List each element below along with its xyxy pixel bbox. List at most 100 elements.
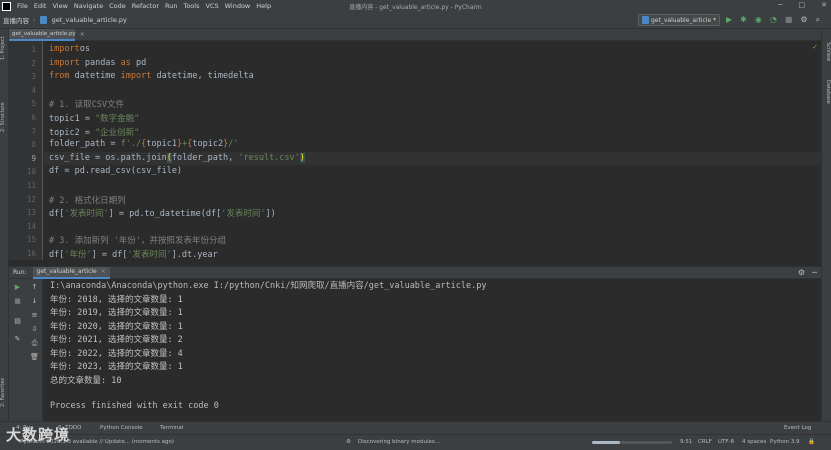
code-token: folder_path, [171, 152, 239, 163]
rerun-icon[interactable]: ▶ [9, 283, 26, 291]
code-line[interactable]: import pandas as pd [49, 58, 146, 68]
coverage-icon[interactable]: ◉ [755, 15, 762, 25]
breadcrumb-separator-icon: › [33, 16, 36, 24]
line-number: 10 [26, 167, 36, 177]
code-token: from [49, 71, 70, 82]
window-title: 直播内容 - get_valuable_article.py - PyCharm [349, 3, 482, 11]
database-tool-tab[interactable]: Database [821, 77, 831, 107]
console-line-command: I:\anaconda\Anaconda\python.exe I:/pytho… [50, 281, 487, 291]
editor-tab-label: get_valuable_article.py [12, 31, 76, 37]
python-console-tool-tab[interactable]: Python Console [100, 425, 143, 431]
task-progress-bar [592, 441, 672, 444]
line-number: 13 [26, 208, 36, 218]
code-line[interactable]: topic1 = "数字金融" [49, 112, 139, 124]
code-token: import [49, 57, 80, 68]
maximize-icon[interactable]: □ [799, 1, 806, 9]
run-configuration-label: get_valuable_article [651, 16, 712, 24]
line-number: 15 [26, 235, 36, 245]
breadcrumb-file[interactable]: get_valuable_article.py [52, 16, 127, 24]
inspection-ok-icon[interactable]: ✓ [812, 43, 818, 51]
lock-icon[interactable]: 🔒 [808, 439, 815, 445]
search-icon[interactable]: ⌕ [816, 15, 820, 25]
code-line[interactable]: from datetime import datetime, timedelta [49, 71, 254, 81]
code-line[interactable]: importos [49, 44, 90, 54]
line-number: 1 [31, 45, 36, 54]
watermark-text: 大数跨境 [6, 426, 71, 444]
run-icon[interactable]: ▶ [726, 15, 732, 25]
background-task-label[interactable]: Discovering binary modules... [358, 439, 440, 445]
code-token: df = pd.read_csv(csv_file) [49, 166, 183, 177]
code-line[interactable]: df['年份'] = df['发表时间'].dt.year [49, 248, 218, 260]
scroll-to-end-icon[interactable]: ⇩ [26, 325, 43, 333]
file-encoding[interactable]: UTF-8 [718, 439, 734, 445]
python-file-icon [39, 16, 47, 24]
code-token: ) [299, 152, 305, 163]
code-token: folder_path = [49, 139, 121, 150]
pin-icon[interactable]: ✎ [9, 335, 26, 343]
run-tab-label: get_valuable_article [36, 268, 97, 275]
chevron-down-icon: ▾ [712, 16, 716, 23]
hide-panel-icon[interactable]: ─ [812, 268, 817, 277]
line-number: 16 [26, 249, 36, 258]
soft-wrap-icon[interactable]: ≡ [26, 311, 43, 319]
code-token: # 1. 读取CSV文件 [49, 100, 124, 111]
console-line: 年份: 2020, 选择的文章数量: 1 [50, 321, 183, 332]
project-tool-tab[interactable]: 1: Project [0, 33, 9, 63]
line-number: 7 [31, 126, 36, 136]
profile-icon[interactable]: ◔ [770, 15, 777, 25]
code-token: topic1 = [49, 114, 96, 124]
code-token: f'./ [120, 139, 142, 150]
run-tab-get-valuable-article[interactable]: get_valuable_article × [32, 266, 110, 279]
close-icon[interactable]: ✕ [821, 1, 827, 9]
code-line[interactable]: # 3. 添加新列 '年份'，并按照发表年份分组 [49, 234, 226, 246]
editor-tab-get-valuable-article[interactable]: get_valuable_article.py × [9, 29, 85, 41]
debug-icon[interactable]: ✱ [740, 15, 747, 25]
minimize-icon[interactable]: ─ [778, 1, 782, 9]
run-console-output[interactable]: I:\anaconda\Anaconda\python.exe I:/pytho… [44, 279, 821, 421]
settings-icon[interactable]: ⚙ [800, 15, 807, 25]
settings-icon[interactable]: ⚙ [798, 268, 805, 277]
code-line[interactable]: # 2. 格式化日期列 [49, 194, 126, 206]
code-token: import [120, 71, 152, 82]
code-editor[interactable]: ✓ importos import pandas as pd from dateti… [44, 41, 821, 260]
sciview-tool-tab[interactable]: SciView [821, 39, 831, 65]
structure-tool-tab[interactable]: 2: Structure [0, 99, 9, 135]
console-line: 年份: 2023, 选择的文章数量: 1 [50, 362, 183, 372]
caret-position[interactable]: 9:51 [680, 439, 692, 445]
code-line[interactable]: df['发表时间'] = pd.to_datetime(df['发表时间']) [49, 207, 276, 219]
stop-icon[interactable]: ■ [785, 15, 793, 25]
clear-all-icon[interactable]: 🗑 [26, 353, 43, 361]
code-line[interactable]: topic2 = "企业创新" [49, 126, 139, 138]
code-line[interactable]: # 1. 读取CSV文件 [49, 98, 124, 110]
print-icon[interactable]: ⎙ [26, 339, 43, 348]
code-token: # 2. 格式化日期列 [49, 195, 126, 206]
code-token: pandas [79, 57, 121, 68]
line-separator[interactable]: CRLF [698, 439, 712, 445]
line-number-gutter: 1 2 3 4 5 6 7 8 9 10 11 12 13 14 15 16 [9, 41, 43, 260]
code-token: 'result.csv' [238, 152, 300, 163]
run-configuration-select[interactable]: get_valuable_article ▾ [638, 14, 720, 26]
up-arrow-icon[interactable]: ↑ [26, 283, 43, 291]
code-line[interactable]: csv_file = os.path.join(folder_path, 're… [49, 152, 305, 163]
indent-setting[interactable]: 4 spaces [742, 439, 766, 445]
code-token: datetime, timedelta [151, 71, 254, 82]
stop-icon[interactable]: ■ [9, 297, 26, 305]
close-tab-icon[interactable]: × [80, 31, 85, 38]
python-file-icon [642, 16, 649, 24]
favorites-tool-tab[interactable]: 2: Favorites [0, 374, 9, 410]
bottom-tool-tabs: 4: Run 6: TODO Python Console Terminal E… [0, 421, 831, 434]
right-tool-strip: SciView Database [821, 29, 831, 421]
python-interpreter[interactable]: Python 3.9 [770, 439, 800, 445]
code-line[interactable]: folder_path = f'./{topic1}+{topic2}/' [49, 139, 238, 149]
console-line: 年份: 2021, 选择的文章数量: 2 [50, 335, 183, 345]
code-line[interactable]: df = pd.read_csv(csv_file) [49, 166, 182, 176]
event-log-tool-tab[interactable]: Event Log [784, 425, 811, 431]
close-tab-icon[interactable]: × [101, 268, 106, 275]
down-arrow-icon[interactable]: ↓ [26, 297, 43, 305]
code-token: csv_file = os.path.join [49, 152, 167, 163]
layout-icon[interactable]: ▤ [9, 317, 26, 325]
terminal-tool-tab[interactable]: Terminal [160, 425, 183, 431]
breadcrumb-project[interactable]: 直播内容 [3, 15, 29, 25]
line-number: 3 [31, 72, 36, 82]
console-line: 年份: 2018, 选择的文章数量: 1 [50, 294, 183, 305]
